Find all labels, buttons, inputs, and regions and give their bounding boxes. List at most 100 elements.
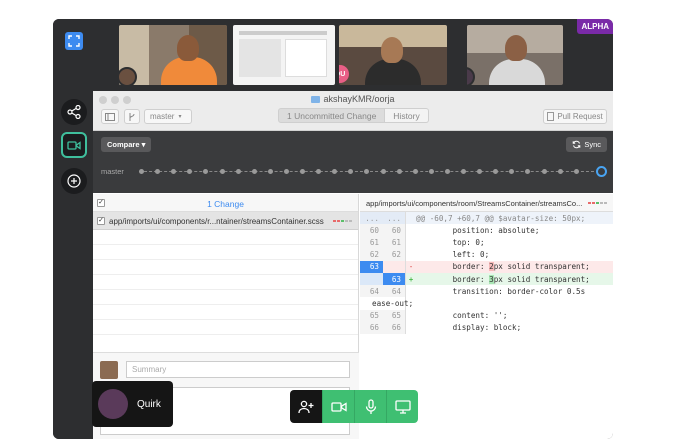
file-path: app/imports/ui/components/r...ntainer/st… (109, 217, 324, 226)
screen-share-preview[interactable] (233, 25, 335, 85)
screen-share-button[interactable] (386, 390, 418, 423)
code-text: display: block; (416, 323, 522, 333)
deleted-line[interactable]: 63- border: 2 px solid transparent; (360, 260, 613, 273)
microphone-toggle-button[interactable] (354, 390, 386, 423)
line-number: 64 (360, 285, 383, 298)
branch-select[interactable]: master ▾ (144, 109, 192, 124)
add-icon (67, 174, 81, 188)
add-person-icon (298, 400, 314, 413)
self-name: Quirk (137, 398, 161, 410)
screen-share-icon (394, 399, 411, 414)
changed-file-row[interactable]: ✓ app/imports/ui/components/r...ntainer/… (93, 212, 358, 230)
added-line[interactable]: 63 + border: 3 px solid transparent; (360, 272, 613, 286)
changes-count: 1 Change (207, 199, 244, 209)
line-number (383, 260, 406, 273)
code-text: left: 0; (416, 250, 490, 260)
code-text: px solid transparent; (493, 274, 590, 284)
pull-request-label: Pull Request (557, 112, 603, 121)
hunk-text: @@ -60,7 +60,7 @@ $avatar-size: 50px; (416, 213, 586, 223)
diff-marker: + (408, 274, 414, 284)
compare-button[interactable]: Compare ▾ (101, 137, 152, 152)
commit-timeline[interactable] (139, 166, 607, 177)
branch-icon (129, 112, 135, 121)
line-number (360, 272, 383, 286)
file-checkbox[interactable]: ✓ (97, 217, 105, 225)
app-window: ALPHA QU (53, 19, 613, 439)
avatar (98, 389, 128, 419)
call-controls (290, 390, 418, 423)
tab-uncommitted-changes[interactable]: 1 Uncommitted Change (278, 108, 386, 123)
list-item (93, 290, 358, 305)
line-number: 63 (383, 272, 406, 286)
sidebar-toggle-button[interactable] (101, 109, 119, 124)
diffstat-icon (333, 220, 352, 222)
code-text: content: ''; (416, 311, 508, 321)
tab-history[interactable]: History (385, 108, 429, 123)
line-number: 66 (383, 321, 406, 334)
video-call-button[interactable] (61, 132, 87, 158)
avatar (100, 361, 118, 379)
sync-icon (573, 140, 581, 149)
code-line: 62 62 left: 0; (360, 248, 613, 261)
code-text: border: (416, 262, 490, 272)
line-number: 62 (360, 248, 383, 261)
line-number: 62 (383, 248, 406, 261)
code-line: ease-out; (360, 297, 613, 310)
line-number: 60 (383, 224, 406, 237)
list-item (93, 305, 358, 320)
current-commit-marker[interactable] (596, 166, 607, 177)
participant-video[interactable] (467, 25, 563, 85)
summary-input[interactable]: Summary (126, 361, 350, 378)
code-text: position: absolute; (416, 225, 540, 235)
line-number: 65 (383, 309, 406, 322)
code-text: px solid transparent; (493, 262, 590, 272)
video-camera-icon (67, 140, 81, 150)
sidebar (53, 95, 93, 439)
share-button[interactable] (61, 99, 87, 125)
chevron-down-icon: ▾ (178, 114, 182, 120)
hunk-header: ...... @@ -60,7 +60,7 @@ $avatar-size: 5… (360, 212, 613, 225)
line-number: 66 (360, 321, 383, 334)
diffstat-icon (588, 202, 607, 204)
alpha-badge: ALPHA (577, 19, 613, 34)
avatar (467, 67, 475, 85)
diff-marker: - (408, 262, 414, 272)
list-item (93, 320, 358, 335)
list-item (93, 260, 358, 275)
title-bar: akshayKMR/oorja master ▾ 1 Uncommitted C… (93, 91, 613, 131)
sidebar-icon (105, 112, 115, 121)
branch-button[interactable] (124, 109, 140, 124)
participant-video[interactable]: QU (339, 25, 447, 85)
list-item (93, 230, 358, 245)
view-tabs: 1 Uncommitted Change History (278, 108, 429, 123)
line-number: 63 (360, 260, 383, 273)
code-text: transition: border-color 0.5s (416, 286, 586, 296)
line-number: 60 (360, 224, 383, 237)
list-item (93, 275, 358, 290)
code-line: 64 64 transition: border-color 0.5s (360, 285, 613, 298)
video-icon (330, 401, 347, 412)
add-button[interactable] (61, 168, 87, 194)
line-number: 64 (383, 285, 406, 298)
line-number: 65 (360, 309, 383, 322)
code-line: 61 61 top: 0; (360, 236, 613, 249)
fullscreen-button[interactable] (65, 32, 83, 50)
compare-bar: Compare ▾ Sync master (93, 131, 613, 193)
code-text: top: 0; (416, 237, 485, 247)
changes-header: ✓ 1 Change (93, 194, 358, 212)
participant-video[interactable] (119, 25, 227, 85)
self-view[interactable]: Quirk (92, 381, 173, 427)
pull-request-icon (547, 112, 555, 121)
add-participant-button[interactable] (290, 390, 322, 423)
avatar (119, 67, 137, 85)
diff-header: app/imports/ui/components/room/StreamsCo… (360, 194, 613, 212)
video-toggle-button[interactable] (322, 390, 354, 423)
sync-label: Sync (584, 140, 601, 149)
diff-code[interactable]: ...... @@ -60,7 +60,7 @@ $avatar-size: 5… (360, 212, 613, 334)
pull-request-button[interactable]: Pull Request (543, 109, 607, 124)
sync-button[interactable]: Sync (566, 137, 607, 152)
code-text: ease-out; (372, 298, 414, 308)
folder-icon (311, 96, 321, 103)
diff-file-path: app/imports/ui/components/room/StreamsCo… (366, 199, 583, 208)
list-item (93, 245, 358, 260)
